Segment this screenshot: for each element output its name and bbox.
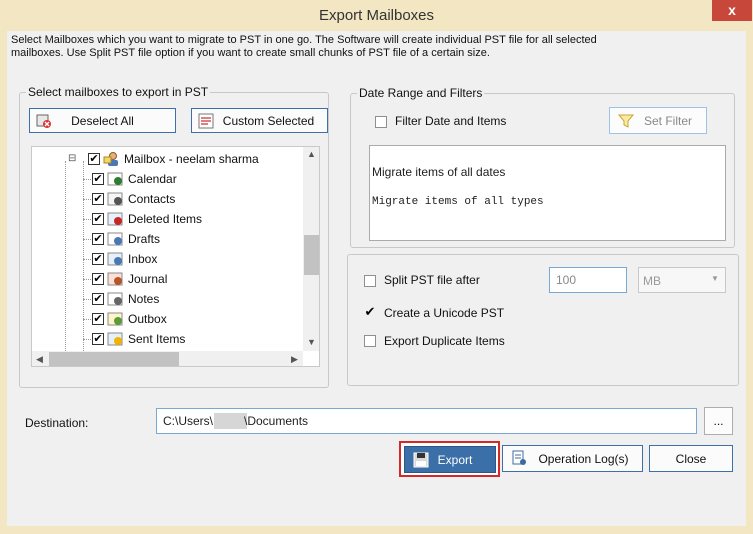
deleted-items-icon [107,212,123,226]
log-file-icon [512,450,526,465]
tree-item-checkbox[interactable]: ✔ [92,233,104,245]
calendar-icon [107,172,123,186]
deselect-all-button[interactable]: Deselect All [29,108,176,133]
split-pst-label: Split PST file after [384,273,480,287]
tree-item-notes[interactable]: ✔ Notes [32,289,302,309]
mailbox-user-icon [103,152,118,166]
close-button[interactable]: Close [649,445,733,472]
tree-item-checkbox[interactable]: ✔ [92,173,104,185]
tree-item-contacts[interactable]: ✔ Contacts [32,189,302,209]
tree-item-label: Sent Items [128,332,186,346]
tree-root-label: Mailbox - neelam sharma [124,152,259,166]
tree-item-calendar[interactable]: ✔ Calendar [32,169,302,189]
scroll-up-icon[interactable]: ▲ [307,149,316,159]
tree-root-row[interactable]: ⊟ ✔ Mailbox - neelam sharma [32,149,302,169]
tree-item-checkbox[interactable]: ✔ [92,193,104,205]
tree-item-checkbox[interactable]: ✔ [92,293,104,305]
redacted-username [214,413,247,429]
contacts-icon [107,192,123,206]
duplicate-items-label: Export Duplicate Items [384,334,505,348]
mailbox-selection-group: Select mailboxes to export in PST Desele… [19,85,329,388]
outbox-icon [107,312,123,326]
destination-path-input[interactable]: C:\Users\ \Documents [156,408,697,434]
save-icon [413,452,429,468]
split-size-input[interactable]: 100 [549,267,627,293]
tree-item-label: Outbox [128,312,167,326]
notes-icon [107,292,123,306]
operation-logs-label: Operation Log(s) [538,451,629,466]
tree-item-label: Contacts [128,192,176,206]
tree-item-label: Drafts [128,232,161,246]
export-mailboxes-window: Export Mailboxes x Select Mailboxes whic… [0,0,753,534]
title-bar: Export Mailboxes x [0,0,753,31]
mailbox-tree: ⊟ ✔ Mailbox - neelam sharma ✔ Calendar ✔ Co… [31,146,320,367]
horizontal-scroll-thumb[interactable] [49,352,179,366]
date-range-group-label: Date Range and Filters [357,86,485,100]
operation-logs-button[interactable]: Operation Log(s) [502,445,643,472]
dialog-body: Select Mailboxes which you want to migra… [7,31,746,526]
filter-date-checkbox[interactable] [375,116,387,128]
custom-select-icon [198,113,214,129]
window-close-button[interactable]: x [712,0,752,21]
deselect-mailbox-icon [36,114,51,128]
sent-items-icon [107,332,123,346]
description-text: Select Mailboxes which you want to migra… [11,34,597,59]
destination-path-prefix: C:\Users\ [163,414,214,428]
summary-types-text: Migrate items of all types [372,196,544,208]
scroll-left-icon[interactable]: ◀ [36,354,43,365]
tree-item-label: Notes [128,292,160,306]
custom-selected-label: Custom Selected [222,113,315,128]
tree-item-sent-items[interactable]: ✔ Sent Items [32,329,302,349]
deselect-all-label: Deselect All [71,113,134,128]
tree-item-deleted-items[interactable]: ✔ Deleted Items [32,209,302,229]
tree-item-inbox[interactable]: ✔ Inbox [32,249,302,269]
filter-summary-box: Migrate items of all dates Migrate items… [369,145,726,241]
scroll-right-icon[interactable]: ▶ [291,354,298,365]
tree-horizontal-scrollbar[interactable]: ◀ ▶ [32,351,303,366]
export-button[interactable]: Export [404,446,496,473]
tree-item-checkbox[interactable]: ✔ [92,213,104,225]
tree-item-label: Inbox [128,252,158,266]
filter-date-label: Filter Date and Items [395,114,507,128]
split-unit-value: MB [643,274,661,288]
tree-vertical-scrollbar[interactable]: ▲ ▼ [303,147,319,351]
split-size-value: 100 [556,273,577,287]
unicode-pst-label: Create a Unicode PST [384,306,505,320]
scroll-down-icon[interactable]: ▼ [307,337,316,347]
destination-path-suffix: \Documents [244,414,309,428]
chevron-down-icon: ▼ [711,274,719,283]
inbox-icon [107,252,123,266]
destination-label: Destination: [25,416,89,430]
summary-dates-text: Migrate items of all dates [372,165,506,179]
window-title: Export Mailboxes [318,7,435,24]
browse-button[interactable]: ... [704,407,733,435]
tree-item-checkbox[interactable]: ✔ [92,313,104,325]
pst-options-group: Split PST file after 100 MB ▼ ✔ Create a… [347,254,739,386]
set-filter-button[interactable]: Set Filter [609,107,707,134]
tree-item-checkbox[interactable]: ✔ [92,333,104,345]
tree-root-checkbox[interactable]: ✔ [88,153,100,165]
split-unit-select[interactable]: MB ▼ [638,267,726,293]
vertical-scroll-thumb[interactable] [304,235,319,275]
tree-item-label: Journal [128,272,168,286]
custom-selected-button[interactable]: Custom Selected [191,108,328,133]
set-filter-label: Set Filter [643,113,692,128]
collapse-toggle-icon[interactable]: ⊟ [68,153,76,164]
tree-item-outbox[interactable]: ✔ Outbox [32,309,302,329]
split-pst-checkbox[interactable] [364,275,376,287]
tree-item-drafts[interactable]: ✔ Drafts [32,229,302,249]
tree-item-checkbox[interactable]: ✔ [92,253,104,265]
journal-icon [107,272,123,286]
tree-item-label: Calendar [128,172,177,186]
mailbox-group-label: Select mailboxes to export in PST [26,85,211,99]
export-label: Export [437,452,473,467]
drafts-icon [107,232,123,246]
tree-item-journal[interactable]: ✔ Journal [32,269,302,289]
funnel-icon [618,114,634,128]
tree-item-label: Deleted Items [128,212,203,226]
unicode-pst-checkbox[interactable]: ✔ [364,305,376,319]
tree-item-checkbox[interactable]: ✔ [92,273,104,285]
duplicate-items-checkbox[interactable] [364,335,376,347]
